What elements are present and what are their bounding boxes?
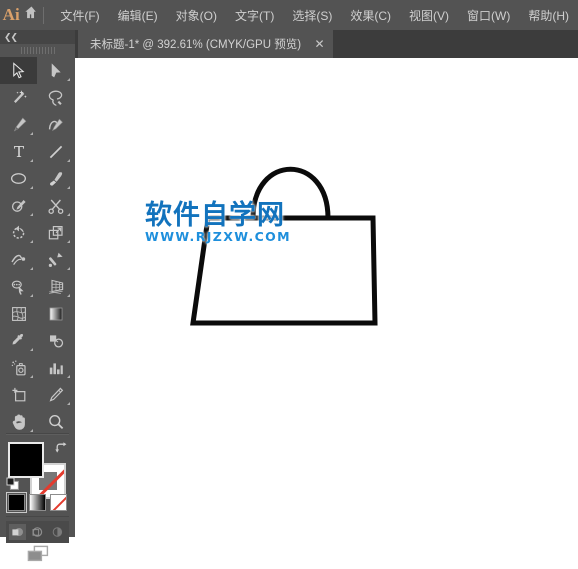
- tool-gradient[interactable]: [37, 300, 74, 327]
- flyout-indicator-icon: [30, 213, 33, 216]
- home-button[interactable]: [22, 0, 39, 30]
- screen-mode-icon: [25, 544, 51, 569]
- tool-lasso[interactable]: [37, 84, 74, 111]
- color-mode-gradient[interactable]: [29, 494, 46, 511]
- color-mode-group: [6, 492, 67, 516]
- tool-eyedropper[interactable]: [0, 327, 37, 354]
- tool-selection[interactable]: [0, 57, 37, 84]
- tools-panel-grip[interactable]: [0, 44, 75, 56]
- tool-symbol-sprayer[interactable]: [0, 354, 37, 381]
- flyout-indicator-icon: [67, 186, 70, 189]
- flyout-indicator-icon: [67, 78, 70, 81]
- flyout-indicator-icon: [30, 348, 33, 351]
- draw-mode-group: [6, 521, 69, 543]
- flyout-indicator-icon: [67, 375, 70, 378]
- tool-perspective-grid[interactable]: [37, 273, 74, 300]
- tool-artboard[interactable]: [0, 381, 37, 408]
- flyout-indicator-icon: [30, 159, 33, 162]
- menu-item-view[interactable]: 视图(V): [400, 0, 458, 30]
- artboard-canvas[interactable]: 软件自学网 WWW.RJZXW.COM: [75, 58, 578, 537]
- tool-zoom[interactable]: [37, 408, 74, 435]
- flyout-indicator-icon: [30, 375, 33, 378]
- menu-item-type[interactable]: 文字(T): [226, 0, 283, 30]
- tool-curvature[interactable]: [37, 111, 74, 138]
- default-fill-stroke-icon[interactable]: [6, 477, 21, 492]
- collapse-panel-icon[interactable]: ❮❮: [4, 31, 18, 43]
- artwork-shopping-bag[interactable]: [75, 58, 578, 537]
- bag-body-path: [190, 215, 378, 326]
- swap-fill-stroke-icon[interactable]: [54, 441, 68, 455]
- ai-app-logo: Ai: [0, 0, 22, 30]
- tool-magic-wand[interactable]: [0, 84, 37, 111]
- menu-item-window[interactable]: 窗口(W): [458, 0, 519, 30]
- menu-item-edit[interactable]: 编辑(E): [109, 0, 167, 30]
- menu-item-help[interactable]: 帮助(H): [519, 0, 578, 30]
- flyout-indicator-icon: [67, 213, 70, 216]
- tool-blend[interactable]: [37, 327, 74, 354]
- flyout-indicator-icon: [30, 186, 33, 189]
- close-icon[interactable]: ✕: [313, 38, 326, 51]
- tool-shaper[interactable]: [0, 192, 37, 219]
- flyout-indicator-icon: [30, 294, 33, 297]
- color-mode-none[interactable]: [50, 494, 67, 511]
- tool-direct-selection[interactable]: [37, 57, 74, 84]
- draw-inside-mode[interactable]: [49, 524, 66, 540]
- tool-free-transform[interactable]: [37, 246, 74, 273]
- tool-hand[interactable]: [0, 408, 37, 435]
- tool-ellipse[interactable]: [0, 165, 37, 192]
- toolbar-bottom-divider: [6, 516, 69, 517]
- illustrator-window: Ai 文件(F) 编辑(E) 对象(O) 文字(T) 选择(S) 效果(C) 视…: [0, 0, 578, 561]
- svg-text:T: T: [13, 143, 23, 161]
- draw-behind-mode[interactable]: [29, 524, 46, 540]
- flyout-indicator-icon: [67, 267, 70, 270]
- tools-panel-header: ❮❮: [0, 30, 75, 44]
- bag-handle-path: [250, 166, 331, 219]
- tool-slice[interactable]: [37, 381, 74, 408]
- flyout-indicator-icon: [67, 402, 70, 405]
- flyout-indicator-icon: [30, 267, 33, 270]
- tool-shape-builder[interactable]: [0, 273, 37, 300]
- tool-type[interactable]: T: [0, 138, 37, 165]
- tool-width[interactable]: [0, 246, 37, 273]
- flyout-indicator-icon: [67, 294, 70, 297]
- menu-bar: Ai 文件(F) 编辑(E) 对象(O) 文字(T) 选择(S) 效果(C) 视…: [0, 0, 578, 30]
- tool-scale[interactable]: [37, 219, 74, 246]
- tool-paintbrush[interactable]: [37, 165, 74, 192]
- change-screen-mode-button[interactable]: [0, 545, 75, 567]
- grip-dots-icon[interactable]: [20, 46, 55, 54]
- flyout-indicator-icon: [30, 132, 33, 135]
- menu-item-select[interactable]: 选择(S): [283, 0, 341, 30]
- flyout-indicator-icon: [30, 429, 33, 432]
- document-tab-bar: 未标题-1* @ 392.61% (CMYK/GPU 预览) ✕: [75, 30, 578, 58]
- home-icon: [24, 5, 39, 25]
- flyout-indicator-icon: [67, 240, 70, 243]
- menu-item-file[interactable]: 文件(F): [51, 0, 108, 30]
- ai-logo-text: Ai: [2, 5, 20, 24]
- tool-rotate[interactable]: [0, 219, 37, 246]
- menu-item-object[interactable]: 对象(O): [167, 0, 226, 30]
- flyout-indicator-icon: [67, 159, 70, 162]
- tool-pen[interactable]: [0, 111, 37, 138]
- menu-separator: [42, 6, 44, 24]
- tool-mesh[interactable]: [0, 300, 37, 327]
- tool-column-graph[interactable]: [37, 354, 74, 381]
- tools-divider: [6, 433, 69, 435]
- menu-item-list: 文件(F) 编辑(E) 对象(O) 文字(T) 选择(S) 效果(C) 视图(V…: [51, 0, 578, 30]
- tools-panel: ❮❮ T: [0, 30, 75, 561]
- menu-item-effect[interactable]: 效果(C): [341, 0, 400, 30]
- document-tab-title: 未标题-1* @ 392.61% (CMYK/GPU 预览): [90, 39, 302, 51]
- draw-normal-mode[interactable]: [9, 524, 26, 540]
- none-slash-icon: [51, 495, 66, 510]
- tool-scissors[interactable]: [37, 192, 74, 219]
- fill-swatch[interactable]: [8, 442, 44, 478]
- tool-line-segment[interactable]: [37, 138, 74, 165]
- color-mode-solid[interactable]: [6, 492, 27, 513]
- flyout-indicator-icon: [30, 240, 33, 243]
- document-tab[interactable]: 未标题-1* @ 392.61% (CMYK/GPU 预览) ✕: [78, 30, 334, 58]
- tool-grid: T: [0, 57, 75, 435]
